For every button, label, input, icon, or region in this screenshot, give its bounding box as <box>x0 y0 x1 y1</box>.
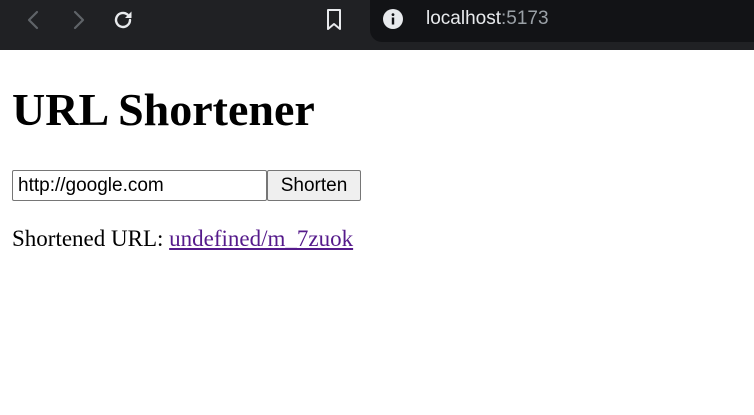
back-icon <box>27 10 39 30</box>
page-content: URL Shortener Shorten Shortened URL: und… <box>0 50 754 415</box>
reload-button[interactable] <box>107 4 139 36</box>
result-label: Shortened URL: <box>12 226 170 251</box>
forward-icon <box>73 10 85 30</box>
url-host: localhost <box>426 8 501 29</box>
bookmark-icon <box>327 9 341 30</box>
back-button[interactable] <box>18 4 50 36</box>
address-bar[interactable]: localhost:5173 <box>370 0 754 42</box>
address-url[interactable]: localhost:5173 <box>426 7 549 31</box>
result-line: Shortened URL: undefined/m_7zuok <box>12 225 353 253</box>
info-icon[interactable] <box>382 8 404 30</box>
shortened-url-link[interactable]: undefined/m_7zuok <box>169 226 353 251</box>
browser-toolbar: localhost:5173 <box>0 0 754 50</box>
reload-icon <box>114 11 132 29</box>
shorten-button[interactable]: Shorten <box>267 170 361 201</box>
url-input[interactable] <box>12 170 267 201</box>
url-port: :5173 <box>501 8 549 29</box>
page-title: URL Shortener <box>12 84 315 135</box>
forward-button[interactable] <box>62 4 94 36</box>
bookmark-button[interactable] <box>318 4 350 36</box>
